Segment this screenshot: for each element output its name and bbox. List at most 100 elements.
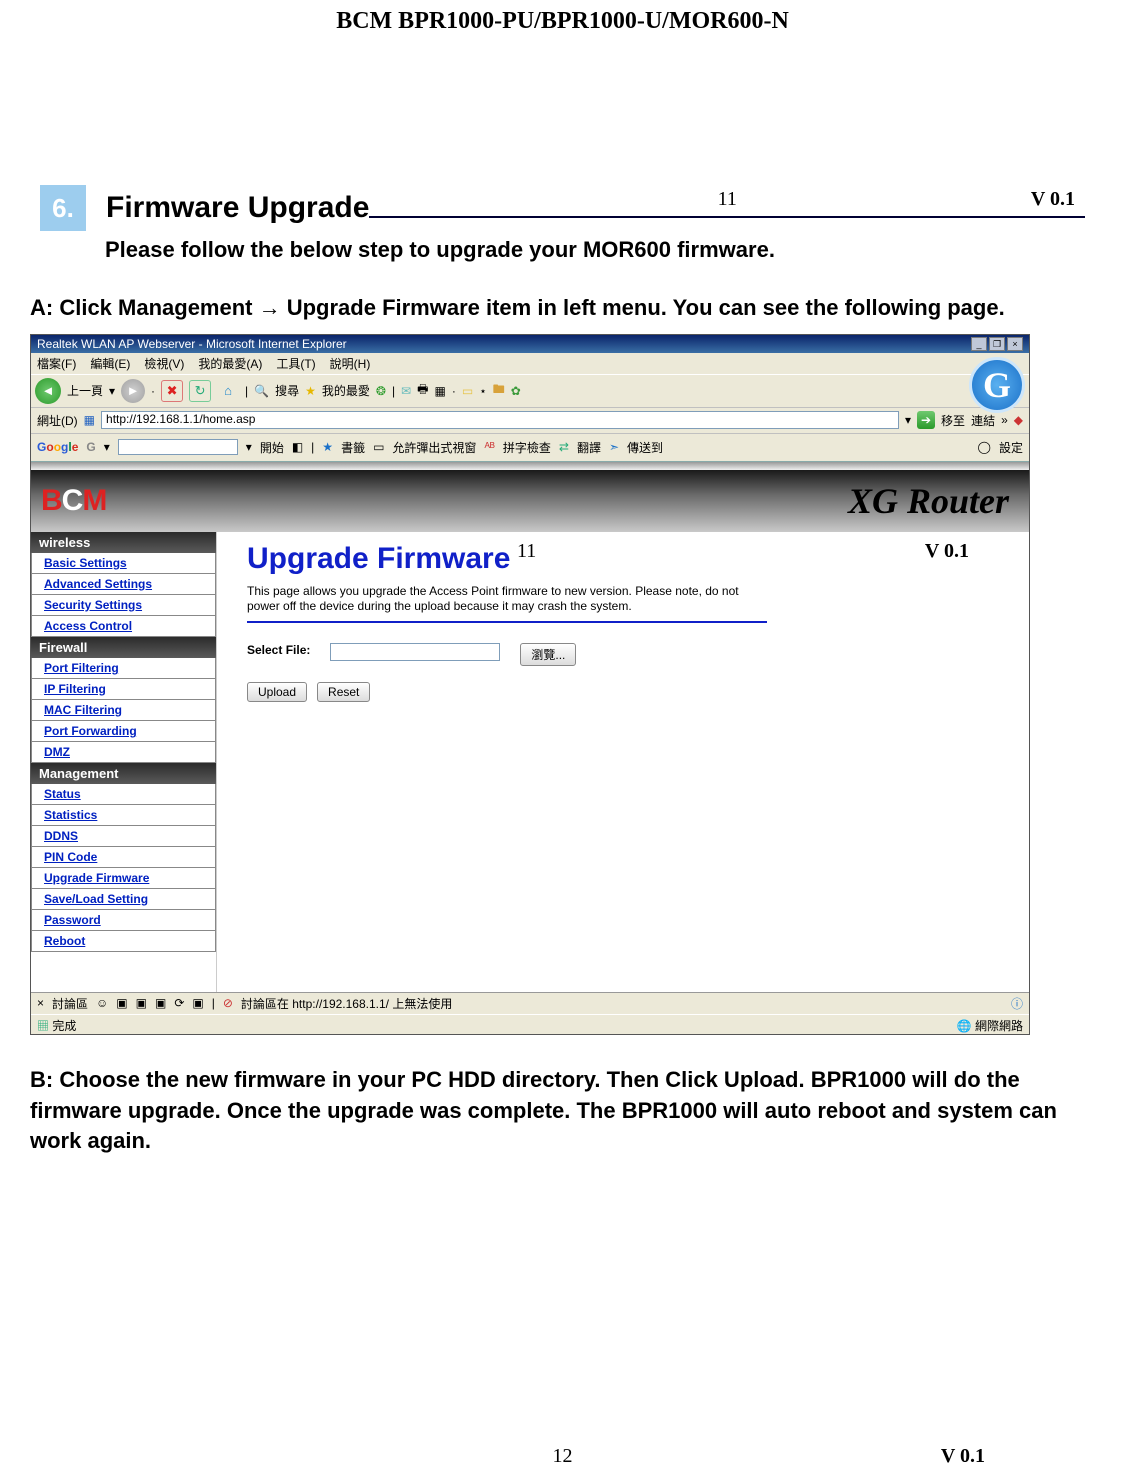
upload-button[interactable]: Upload xyxy=(247,682,307,702)
sidebar-item-ddns[interactable]: DDNS xyxy=(44,829,78,843)
sidebar-item-statistics[interactable]: Statistics xyxy=(44,808,97,822)
google-start-label[interactable]: 開始 xyxy=(260,439,284,456)
sidebar-item-upgrade-firmware[interactable]: Upgrade Firmware xyxy=(44,871,149,885)
chat-icon[interactable]: ▣ xyxy=(116,996,127,1010)
search-icon[interactable]: 🔍 xyxy=(254,384,269,398)
help-icon[interactable]: ⓘ xyxy=(1011,995,1023,1012)
spell-icon[interactable]: ᴬᴮ xyxy=(484,440,494,454)
url-dropdown-icon[interactable]: ▾ xyxy=(905,413,911,427)
maximize-button[interactable]: ❐ xyxy=(989,337,1005,351)
sidebar-item-port-forwarding[interactable]: Port Forwarding xyxy=(44,724,137,738)
popup-icon[interactable]: ▭ xyxy=(373,440,384,454)
google-menu-dropdown-icon[interactable]: ▾ xyxy=(104,440,110,454)
chat-icon[interactable]: ⟳ xyxy=(174,996,184,1010)
browse-button[interactable]: 瀏覽... xyxy=(520,643,576,666)
sidebar-item-save-load[interactable]: Save/Load Setting xyxy=(44,892,148,906)
menu-tools[interactable]: 工具(T) xyxy=(276,355,315,372)
sidebar-item-basic-settings[interactable]: Basic Settings xyxy=(44,556,127,570)
chat-icon[interactable]: ▣ xyxy=(192,996,203,1010)
menu-favorites[interactable]: 我的最愛(A) xyxy=(198,355,262,372)
snagit-icon[interactable]: ◆ xyxy=(1014,413,1023,427)
note-icon[interactable]: ▭ xyxy=(462,384,473,398)
address-bar: 網址(D) ▦ http://192.168.1.1/home.asp ▾ ➔ … xyxy=(31,408,1029,434)
sidebar-item-ip-filtering[interactable]: IP Filtering xyxy=(44,682,106,696)
favorites-label[interactable]: 我的最愛 xyxy=(322,382,370,399)
research-icon[interactable]: ⋆ xyxy=(479,384,487,398)
chat-icon[interactable]: ▣ xyxy=(155,996,166,1010)
internet-zone-icon: 🌐 xyxy=(957,1019,972,1033)
edit-icon[interactable]: ▦ xyxy=(435,384,446,398)
menu-view[interactable]: 檢視(V) xyxy=(144,355,184,372)
file-path-input[interactable] xyxy=(330,643,500,661)
sidebar-item-status[interactable]: Status xyxy=(44,787,81,801)
translate-icon[interactable]: ⇄ xyxy=(559,440,569,454)
chat-icon[interactable]: ▣ xyxy=(136,996,147,1010)
back-dropdown-icon[interactable]: ▾ xyxy=(109,384,115,398)
minimize-button[interactable]: _ xyxy=(971,337,987,351)
stop-button[interactable]: ✖ xyxy=(161,380,183,402)
menu-edit[interactable]: 編輯(E) xyxy=(90,355,130,372)
toolbar-sep: · xyxy=(452,384,456,398)
url-field[interactable]: http://192.168.1.1/home.asp xyxy=(101,411,899,429)
mail-icon[interactable]: ✉ xyxy=(401,384,411,398)
folder-icon[interactable]: 🖿 xyxy=(493,380,505,401)
links-label[interactable]: 連結 xyxy=(971,412,995,429)
google-search-input[interactable] xyxy=(118,439,238,455)
toolbar-sep: | xyxy=(392,384,395,398)
done-icon: ▦ xyxy=(37,1019,49,1033)
send-icon[interactable]: ➣ xyxy=(609,440,619,454)
links-chevron-icon[interactable]: » xyxy=(1001,413,1008,427)
overlay-version: V 0.1 xyxy=(925,540,969,563)
section-number: 6. xyxy=(40,185,86,231)
discussion-message: 討論區在 http://192.168.1.1/ 上無法使用 xyxy=(241,995,452,1012)
reset-button[interactable]: Reset xyxy=(317,682,370,702)
product-name: XG Router xyxy=(848,480,1009,522)
sidebar-item-dmz[interactable]: DMZ xyxy=(44,745,70,759)
title-rule xyxy=(247,621,767,623)
menu-help[interactable]: 說明(H) xyxy=(330,355,371,372)
sidebar-cat-wireless: wireless xyxy=(31,532,216,553)
google-toolbar: Google G▾ ▾ 開始 ◧ | ★ 書籤 ▭ 允許彈出式視窗 ᴬᴮ 拼字檢… xyxy=(31,434,1029,462)
translate-label[interactable]: 翻譯 xyxy=(577,439,601,456)
sidebar-item-password[interactable]: Password xyxy=(44,913,101,927)
chat-icon[interactable]: ☺ xyxy=(96,996,108,1010)
status-zone: 網際網路 xyxy=(975,1019,1023,1033)
messenger-icon[interactable]: ✿ xyxy=(511,384,521,398)
sidebar-item-security-settings[interactable]: Security Settings xyxy=(44,598,142,612)
sidebar-item-pin-code[interactable]: PIN Code xyxy=(44,850,97,864)
refresh-button[interactable]: ↻ xyxy=(189,380,211,402)
popup-label[interactable]: 允許彈出式視窗 xyxy=(392,439,476,456)
settings-icon[interactable]: ◯ xyxy=(978,440,991,454)
menu-file[interactable]: 檔案(F) xyxy=(37,355,76,372)
home-button[interactable]: ⌂ xyxy=(217,380,239,402)
favorites-icon[interactable]: ★ xyxy=(305,384,316,398)
settings-label[interactable]: 設定 xyxy=(999,439,1023,456)
toolbar-sep: | xyxy=(212,996,215,1010)
close-button[interactable]: × xyxy=(1007,337,1023,351)
back-button[interactable]: ◄ xyxy=(35,378,61,404)
close-chat-icon[interactable]: × xyxy=(37,996,44,1010)
history-icon[interactable]: ❂ xyxy=(376,384,386,398)
google-start-icon[interactable]: ◧ xyxy=(292,440,303,454)
bookmark-icon[interactable]: ★ xyxy=(322,440,333,454)
sidebar-item-advanced-settings[interactable]: Advanced Settings xyxy=(44,577,152,591)
bcm-logo: BCM xyxy=(41,484,106,518)
discussion-label[interactable]: 討論區 xyxy=(52,995,88,1012)
sidebar-item-reboot[interactable]: Reboot xyxy=(44,934,85,948)
bookmarks-label[interactable]: 書籤 xyxy=(341,439,365,456)
go-button[interactable]: ➔ xyxy=(917,411,935,429)
sidebar-item-access-control[interactable]: Access Control xyxy=(44,619,132,633)
overlay-page-number: 11 xyxy=(517,540,536,563)
spell-label[interactable]: 拼字檢查 xyxy=(503,439,551,456)
google-search-dropdown-icon[interactable]: ▾ xyxy=(246,440,252,454)
section-rule: 11 V 0.1 xyxy=(369,198,1085,218)
forward-button[interactable]: ► xyxy=(121,379,145,403)
address-label: 網址(D) xyxy=(37,412,78,429)
sidebar-item-mac-filtering[interactable]: MAC Filtering xyxy=(44,703,122,717)
torn-edge xyxy=(31,462,1029,470)
sidebar-item-port-filtering[interactable]: Port Filtering xyxy=(44,661,119,675)
send-label[interactable]: 傳送到 xyxy=(627,439,663,456)
google-logo: Google xyxy=(37,440,78,454)
print-icon[interactable]: 🖶 xyxy=(417,380,428,401)
search-label[interactable]: 搜尋 xyxy=(275,382,299,399)
